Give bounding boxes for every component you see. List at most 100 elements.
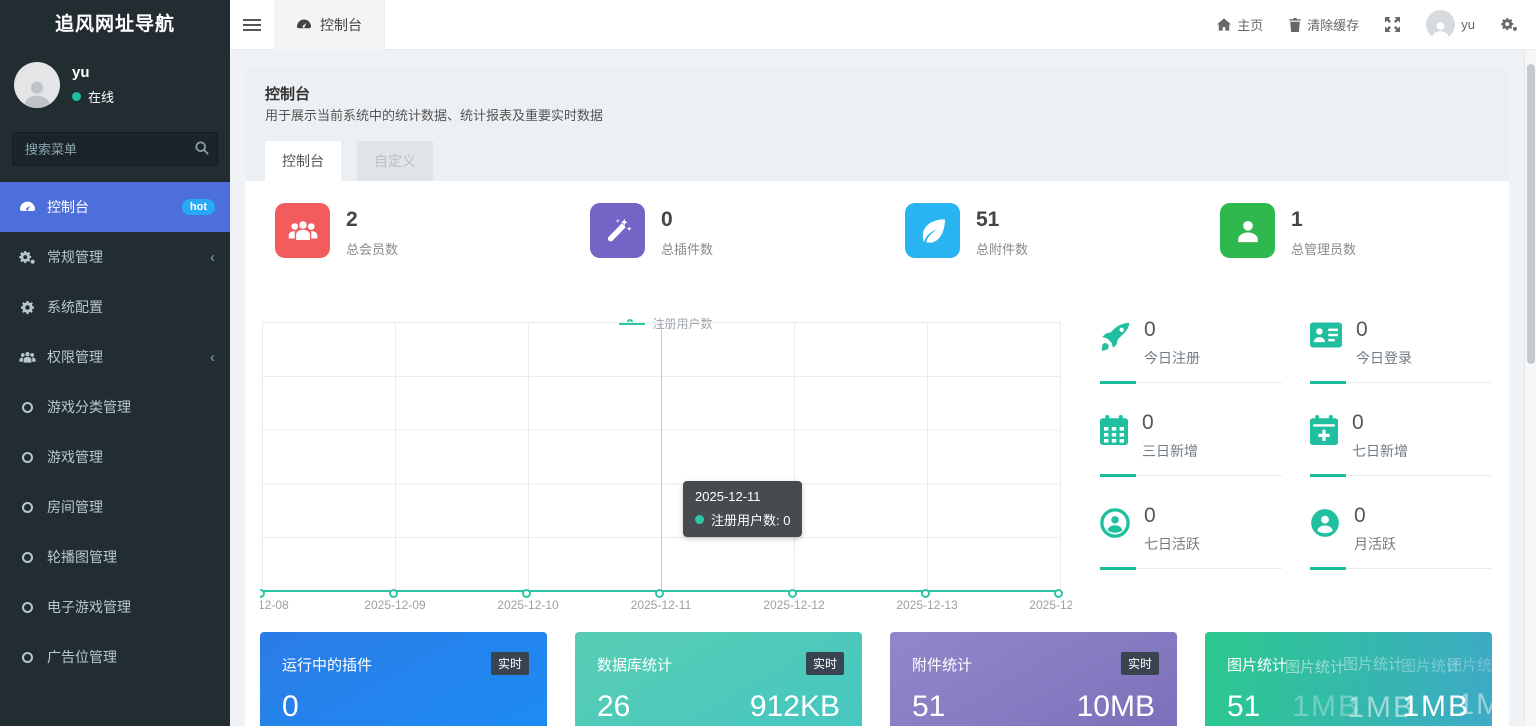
panel-header: 控制台 用于展示当前系统中的统计数据、统计报表及重要实时数据 控制台 自定义 — [245, 68, 1509, 181]
quick-stat-value: 0 — [1144, 318, 1156, 341]
card-value: 0 — [282, 690, 299, 723]
topbar-tab-label: 控制台 — [320, 16, 362, 33]
x-tick: 2025-12-12 — [763, 598, 825, 612]
circle-o-icon — [18, 651, 36, 663]
tooltip-series-dot-icon — [695, 515, 704, 524]
user-circle-filled-icon — [1311, 509, 1339, 537]
sidebar-item-label: 游戏分类管理 — [47, 399, 131, 415]
sidebar-item-system-config[interactable]: 系统配置 — [0, 282, 230, 332]
home-label: 主页 — [1237, 18, 1264, 33]
users-icon — [18, 351, 36, 364]
quick-stat-value: 0 — [1142, 411, 1154, 434]
circle-o-icon — [18, 601, 36, 613]
x-axis-labels: 12-08 2025-12-09 2025-12-10 2025-12-11 2… — [260, 598, 1072, 614]
tab-dashboard[interactable]: 控制台 — [265, 141, 341, 181]
scrollbar-thumb[interactable] — [1527, 64, 1535, 364]
circle-o-icon — [18, 551, 36, 563]
page-tabs: 控制台 自定义 — [265, 141, 433, 181]
stat-card-attachments: 51 总附件数 — [905, 203, 1028, 258]
tab-custom[interactable]: 自定义 — [357, 141, 433, 181]
data-point — [389, 589, 398, 598]
quick-stat-label: 今日注册 — [1144, 350, 1200, 366]
trash-icon — [1289, 17, 1302, 32]
sidebar-item-label: 常规管理 — [47, 249, 103, 265]
hamburger-icon[interactable] — [230, 0, 274, 50]
person-icon — [1432, 22, 1449, 39]
calendar-icon — [1100, 415, 1128, 445]
topbar-user[interactable]: yu — [1426, 10, 1475, 39]
quick-stat-3day-new: 0 三日新增 — [1100, 411, 1282, 504]
scrollbar-track[interactable] — [1524, 50, 1536, 726]
quick-stat-label: 七日活跃 — [1144, 536, 1200, 552]
home-button[interactable]: 主页 — [1217, 15, 1263, 34]
card-value2: 10MB — [1076, 690, 1155, 723]
card-title: 运行中的插件 — [282, 657, 373, 674]
sidebar-menu: 控制台 hot 常规管理 ‹ 系统配置 权限管理 ‹ 游戏分类管理 游戏管理 房… — [0, 182, 230, 682]
circle-o-icon — [18, 401, 36, 413]
stat-value: 2 — [346, 208, 358, 231]
data-point — [921, 589, 930, 598]
fullscreen-icon[interactable] — [1385, 17, 1401, 32]
data-point — [788, 589, 797, 598]
online-dot-icon — [72, 92, 81, 101]
gear-icon — [18, 300, 36, 315]
circle-o-icon — [18, 451, 36, 463]
tooltip-value: 注册用户数: 0 — [711, 513, 791, 528]
user-status: 在线 — [88, 90, 115, 105]
search-input[interactable] — [12, 132, 218, 166]
quick-stat-bar — [1100, 381, 1282, 384]
tooltip-date: 2025-12-11 — [695, 489, 761, 504]
sidebar-item-evideo-game[interactable]: 电子游戏管理 — [0, 582, 230, 632]
rocket-icon — [1101, 322, 1130, 351]
quick-stat-label: 今日登录 — [1356, 350, 1412, 366]
sidebar-item-label: 电子游戏管理 — [47, 599, 131, 615]
quick-stat-label: 月活跃 — [1354, 536, 1396, 552]
sidebar-item-label: 游戏管理 — [47, 449, 103, 465]
settings-cogs-icon[interactable] — [1501, 17, 1518, 32]
axis-pointer-line — [661, 322, 662, 592]
quick-stat-value: 0 — [1354, 504, 1366, 527]
x-tick: 2025-12-09 — [364, 598, 426, 612]
topbar-tab-dashboard[interactable]: 控制台 — [274, 0, 385, 50]
sidebar-item-game[interactable]: 游戏管理 — [0, 432, 230, 482]
quick-stat-label: 三日新增 — [1142, 443, 1198, 459]
quick-stat-bar — [1100, 474, 1282, 477]
sidebar-item-general[interactable]: 常规管理 ‹ — [0, 232, 230, 282]
quick-stat-value: 0 — [1144, 504, 1156, 527]
clear-cache-button[interactable]: 清除缓存 — [1289, 15, 1359, 34]
card-value2: 912KB — [749, 690, 840, 723]
sidebar-item-game-category[interactable]: 游戏分类管理 — [0, 382, 230, 432]
home-icon — [1217, 18, 1232, 31]
user-panel: yu 在线 — [0, 50, 230, 122]
tachometer-icon — [297, 19, 311, 28]
cogs-icon — [18, 250, 36, 265]
x-tick: 2025-12-10 — [497, 598, 559, 612]
users-icon — [275, 203, 330, 258]
user-icon — [1220, 203, 1275, 258]
sidebar-item-label: 轮播图管理 — [47, 549, 117, 565]
sidebar-item-dashboard[interactable]: 控制台 hot — [0, 182, 230, 232]
quick-stat-label: 七日新增 — [1352, 443, 1408, 459]
sidebar-item-ad-slot[interactable]: 广告位管理 — [0, 632, 230, 682]
app-logo[interactable]: 追风网址导航 — [0, 0, 230, 50]
magic-wand-icon — [590, 203, 645, 258]
sidebar-item-label: 系统配置 — [47, 299, 103, 315]
card-value2: 1MB — [1402, 690, 1470, 723]
realtime-badge: 实时 — [1120, 652, 1159, 675]
sidebar-item-label: 权限管理 — [47, 349, 103, 365]
realtime-badge: 实时 — [805, 652, 844, 675]
stat-label: 总插件数 — [661, 242, 714, 257]
sidebar-item-permissions[interactable]: 权限管理 ‹ — [0, 332, 230, 382]
chart-plot-area — [260, 322, 1063, 598]
person-icon — [24, 81, 50, 108]
sidebar-item-label: 控制台 — [47, 199, 89, 215]
card-image-stats: 图片统计 51 1MB — [1205, 632, 1492, 726]
tachometer-icon — [18, 200, 36, 215]
search-icon[interactable] — [195, 141, 209, 155]
avatar — [1426, 10, 1456, 39]
sidebar-item-room[interactable]: 房间管理 — [0, 482, 230, 532]
chart-tooltip: 2025-12-11 注册用户数: 0 — [683, 481, 803, 537]
sidebar-item-carousel[interactable]: 轮播图管理 — [0, 532, 230, 582]
card-attachment-stats: 附件统计 实时 51 10MB — [890, 632, 1177, 726]
stat-label: 总会员数 — [346, 242, 399, 257]
